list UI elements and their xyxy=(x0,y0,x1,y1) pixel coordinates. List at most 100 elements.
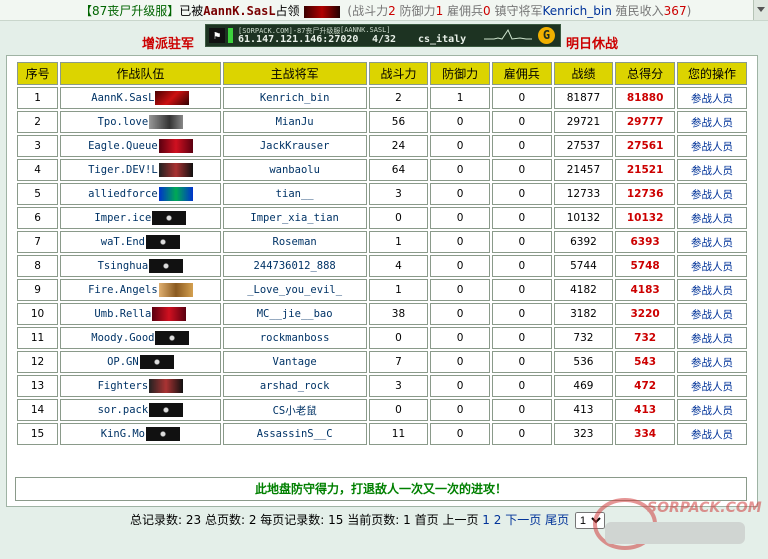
row-general: MianJu xyxy=(275,116,314,128)
row-participants-link-cell[interactable]: 参战人员 xyxy=(676,231,747,253)
row-merc-cell: 0 xyxy=(491,207,552,229)
row-participants-link-cell[interactable]: 参战人员 xyxy=(676,375,747,397)
prev-page-link[interactable]: 上一页 xyxy=(442,513,478,527)
row-participants-link-cell[interactable]: 参战人员 xyxy=(676,399,747,421)
row-merc: 0 xyxy=(518,116,526,128)
row-defense: 0 xyxy=(456,140,464,152)
row-score: 732 xyxy=(634,332,657,344)
row-participants-link-cell[interactable]: 参战人员 xyxy=(676,303,747,325)
row-record: 27537 xyxy=(566,140,601,152)
last-page-link[interactable]: 尾页 xyxy=(545,513,569,527)
row-index-cell: 5 xyxy=(17,183,59,205)
row-record-cell: 3182 xyxy=(553,303,614,325)
server-map: cs_italy xyxy=(418,34,467,45)
row-record-cell: 81877 xyxy=(553,87,614,109)
row-merc-cell: 0 xyxy=(491,351,552,373)
row-team: Tpo.love xyxy=(97,116,149,128)
row-participants-link-cell[interactable]: 参战人员 xyxy=(676,279,747,301)
team-flag-icon xyxy=(149,115,184,129)
row-defense-cell: 0 xyxy=(430,351,490,373)
row-participants-link[interactable]: 参战人员 xyxy=(691,309,733,321)
dispatch-troops-link[interactable]: 增派驻军 xyxy=(142,33,194,52)
row-participants-link-cell[interactable]: 参战人员 xyxy=(676,135,747,157)
row-participants-link[interactable]: 参战人员 xyxy=(691,429,733,441)
row-attack-cell: 0 xyxy=(368,399,429,421)
row-defense-cell: 0 xyxy=(430,423,490,445)
row-general-cell: Vantage xyxy=(222,351,367,373)
row-defense: 0 xyxy=(456,356,464,368)
row-participants-link[interactable]: 参战人员 xyxy=(691,285,733,297)
owner-team[interactable]: AannK.SasL xyxy=(203,4,275,18)
page-1-link[interactable]: 1 xyxy=(482,513,490,527)
team-flag-icon xyxy=(155,331,190,345)
first-page-link[interactable]: 首页 xyxy=(415,513,439,527)
row-merc: 0 xyxy=(518,260,526,272)
page-2-link[interactable]: 2 xyxy=(494,513,502,527)
table-row: 3 Eagle.Queue JackKrauser 24 0 0 27537 27561 参战人… xyxy=(17,135,747,157)
row-record: 469 xyxy=(573,380,594,392)
row-participants-link-cell[interactable]: 参战人员 xyxy=(676,183,747,205)
connect-button[interactable]: G xyxy=(538,27,555,44)
row-score-cell: 10132 xyxy=(615,207,675,229)
row-team-cell: OP.GN xyxy=(60,351,221,373)
row-defense-cell: 0 xyxy=(430,303,490,325)
header-score: 总得分 xyxy=(615,62,675,85)
table-header-row: 序号 作战队伍 主战将军 战斗力 防御力 雇佣兵 战绩 总得分 您的操作 xyxy=(17,62,747,85)
row-participants-link-cell[interactable]: 参战人员 xyxy=(676,159,747,181)
row-index: 15 xyxy=(30,428,45,440)
row-team: waT.End xyxy=(100,236,146,248)
row-merc-cell: 0 xyxy=(491,327,552,349)
merc-value: 0 xyxy=(483,4,491,18)
row-general-cell: JackKrauser xyxy=(222,135,367,157)
row-general-cell: Kenrich_bin xyxy=(222,87,367,109)
row-participants-link[interactable]: 参战人员 xyxy=(691,117,733,129)
row-participants-link[interactable]: 参战人员 xyxy=(691,333,733,345)
row-participants-link[interactable]: 参战人员 xyxy=(691,141,733,153)
row-index-cell: 1 xyxy=(17,87,59,109)
row-index-cell: 13 xyxy=(17,375,59,397)
row-participants-link[interactable]: 参战人员 xyxy=(691,381,733,393)
row-score-cell: 732 xyxy=(615,327,675,349)
row-score-cell: 334 xyxy=(615,423,675,445)
team-flag-icon xyxy=(149,403,184,417)
row-index-cell: 12 xyxy=(17,351,59,373)
row-team-cell: Tsinghua xyxy=(60,255,221,277)
row-index: 11 xyxy=(30,332,45,344)
row-merc: 0 xyxy=(518,356,526,368)
row-participants-link-cell[interactable]: 参战人员 xyxy=(676,255,747,277)
row-record: 6392 xyxy=(570,236,597,248)
row-participants-link[interactable]: 参战人员 xyxy=(691,405,733,417)
next-page-link[interactable]: 下一页 xyxy=(505,513,541,527)
row-general: AssassinS__C xyxy=(256,428,333,440)
row-score-cell: 12736 xyxy=(615,183,675,205)
scroll-down-button[interactable] xyxy=(753,0,768,20)
row-participants-link-cell[interactable]: 参战人员 xyxy=(676,351,747,373)
row-team-cell: Fire.Angels xyxy=(60,279,221,301)
row-participants-link[interactable]: 参战人员 xyxy=(691,165,733,177)
row-general-cell: MianJu xyxy=(222,111,367,133)
team-flag-icon xyxy=(158,139,193,153)
row-merc-cell: 0 xyxy=(491,255,552,277)
chevron-down-icon xyxy=(757,7,765,12)
row-participants-link[interactable]: 参战人员 xyxy=(691,261,733,273)
server-info-banner[interactable]: ⚑ [SORPACK.COM]-87丧尸升级服 [AANNK.SASL] 61.… xyxy=(205,24,561,47)
row-attack: 0 xyxy=(395,212,402,224)
row-participants-link[interactable]: 参战人员 xyxy=(691,189,733,201)
row-participants-link-cell[interactable]: 参战人员 xyxy=(676,111,747,133)
row-participants-link-cell[interactable]: 参战人员 xyxy=(676,327,747,349)
row-participants-link-cell[interactable]: 参战人员 xyxy=(676,87,747,109)
row-participants-link[interactable]: 参战人员 xyxy=(691,357,733,369)
row-participants-link[interactable]: 参战人员 xyxy=(691,213,733,225)
row-record-cell: 12733 xyxy=(553,183,614,205)
row-participants-link-cell[interactable]: 参战人员 xyxy=(676,423,747,445)
row-score: 4183 xyxy=(630,284,660,296)
truce-tomorrow-link[interactable]: 明日休战 xyxy=(566,33,618,52)
team-flag-icon xyxy=(146,427,181,441)
row-participants-link-cell[interactable]: 参战人员 xyxy=(676,207,747,229)
row-participants-link[interactable]: 参战人员 xyxy=(691,93,733,105)
row-defense-cell: 0 xyxy=(430,183,490,205)
row-attack-cell: 0 xyxy=(368,327,429,349)
row-participants-link[interactable]: 参战人员 xyxy=(691,237,733,249)
table-row: 13 Fighters arshad_rock 3 0 0 469 472 参战人员 xyxy=(17,375,747,397)
row-general: CS小老鼠 xyxy=(272,404,317,417)
